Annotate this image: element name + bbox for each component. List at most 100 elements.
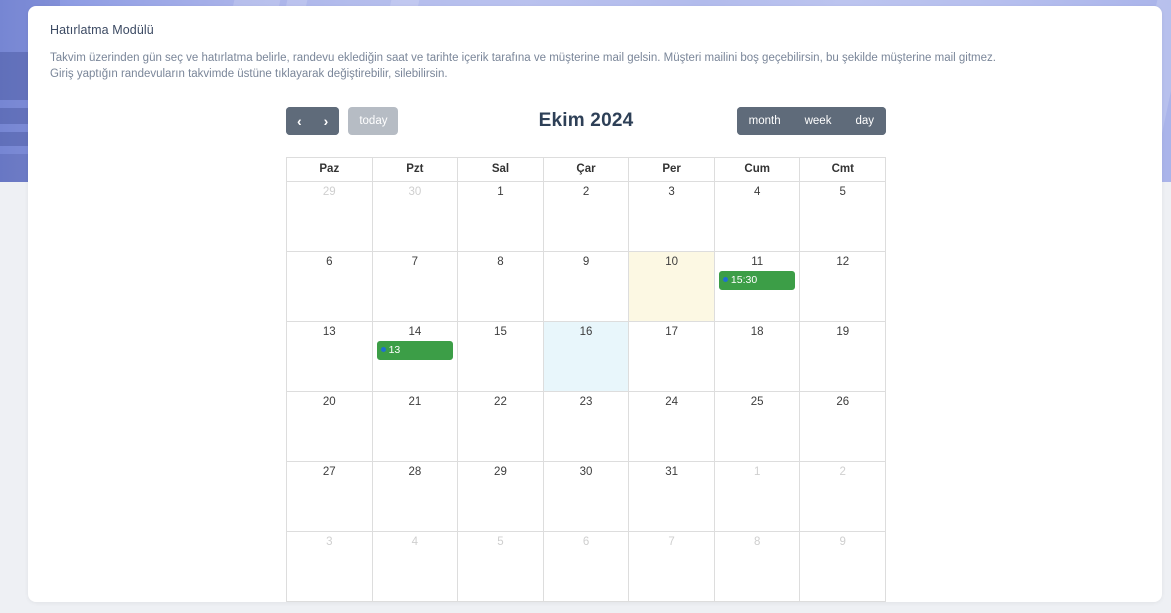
- calendar-day-number: 10: [665, 256, 678, 268]
- calendar-day-cell[interactable]: 3: [287, 532, 373, 602]
- calendar-day-number: 18: [750, 326, 764, 338]
- calendar-day-number: 19: [836, 326, 850, 338]
- calendar-day-cell[interactable]: 13: [287, 322, 373, 392]
- page-title: Hatırlatma Modülü: [50, 23, 154, 37]
- calendar-day-cell[interactable]: 28: [372, 462, 459, 532]
- calendar-day-cell[interactable]: 16: [543, 322, 630, 392]
- calendar-day-cell[interactable]: 29: [458, 462, 544, 532]
- calendar-day-cell[interactable]: 18: [714, 322, 801, 392]
- calendar-day-number: 24: [665, 396, 678, 408]
- weekday-header-paz: Paz: [287, 158, 373, 182]
- calendar-day-cell[interactable]: 25: [714, 392, 801, 462]
- calendar-day-number: 29: [494, 466, 507, 478]
- calendar-day-number: 21: [408, 396, 422, 408]
- calendar-day-cell[interactable]: 20: [287, 392, 373, 462]
- calendar-day-cell[interactable]: 9: [800, 532, 887, 602]
- calendar-day-cell[interactable]: 4: [372, 532, 459, 602]
- calendar-day-number: 25: [750, 396, 764, 408]
- calendar-day-cell[interactable]: 1: [458, 182, 544, 252]
- today-button[interactable]: today: [348, 107, 399, 135]
- calendar-day-cell[interactable]: 7: [629, 532, 715, 602]
- calendar-day-number: 14: [408, 326, 422, 338]
- calendar-day-number: 8: [753, 536, 761, 548]
- calendar-day-number: 20: [322, 396, 336, 408]
- prev-month-button[interactable]: ‹: [286, 107, 313, 135]
- calendar-day-cell[interactable]: 7: [372, 252, 459, 322]
- calendar-week-rows: 29 30 1 2 3 4 5 6 7 8 9 10 11 15:30 12 13 14 13 15 16 17 18 19…: [287, 182, 887, 602]
- calendar-day-cell[interactable]: 8: [714, 532, 801, 602]
- calendar-day-number: 28: [408, 466, 422, 478]
- next-month-button[interactable]: ›: [312, 107, 340, 135]
- calendar-view-switch-group: month week day: [736, 107, 886, 135]
- calendar-day-cell[interactable]: 11 15:30: [714, 252, 801, 322]
- event-label: 15:30: [730, 274, 758, 287]
- calendar-day-number: 5: [497, 536, 504, 548]
- calendar-day-cell[interactable]: 4: [714, 182, 801, 252]
- calendar-day-number: 16: [579, 326, 593, 338]
- calendar-day-number: 6: [326, 256, 333, 268]
- calendar-day-cell[interactable]: 29: [287, 182, 373, 252]
- calendar-day-number: 4: [753, 186, 761, 198]
- calendar-day-number: 30: [579, 466, 593, 478]
- view-week-button[interactable]: week: [792, 107, 844, 135]
- reminder-module-card: Hatırlatma Modülü Takvim üzerinden gün s…: [28, 6, 1162, 602]
- calendar-day-cell[interactable]: 2: [543, 182, 630, 252]
- weekday-header-çar: Çar: [543, 158, 630, 182]
- calendar-day-number: 30: [408, 186, 422, 198]
- calendar-day-cell[interactable]: 6: [543, 532, 630, 602]
- calendar-day-number: 9: [839, 536, 846, 548]
- calendar-day-number: 29: [322, 186, 336, 198]
- weekday-header-cum: Cum: [714, 158, 801, 182]
- calendar-day-cell[interactable]: 22: [458, 392, 544, 462]
- view-day-button[interactable]: day: [843, 107, 886, 135]
- calendar-day-number: 5: [839, 186, 846, 198]
- event-dot-icon: [380, 346, 386, 352]
- calendar-day-number: 12: [836, 256, 850, 268]
- module-description-line-2: Giriş yaptığın randevuların takvimde üst…: [50, 68, 448, 80]
- calendar-day-number: 27: [322, 466, 336, 478]
- calendar-weekday-header-row: Paz Pzt Sal Çar Per Cum Cmt: [287, 158, 887, 182]
- calendar-day-cell[interactable]: 21: [372, 392, 459, 462]
- calendar-day-cell[interactable]: 9: [543, 252, 630, 322]
- calendar-day-number: 15: [494, 326, 507, 338]
- calendar-day-number: 1: [497, 186, 504, 198]
- calendar-event[interactable]: 15:30: [718, 271, 796, 291]
- calendar-day-number: 2: [839, 466, 846, 478]
- calendar-day-cell[interactable]: 15: [458, 322, 544, 392]
- calendar-day-cell[interactable]: 1: [714, 462, 801, 532]
- calendar-day-cell[interactable]: 8: [458, 252, 544, 322]
- calendar-day-number: 6: [582, 536, 590, 548]
- card-header: Hatırlatma Modülü Takvim üzerinden gün s…: [28, 6, 1162, 82]
- calendar-day-number: 11: [751, 256, 764, 268]
- calendar-day-cell[interactable]: 26: [800, 392, 887, 462]
- calendar-day-cell[interactable]: 12: [800, 252, 887, 322]
- calendar-day-cell[interactable]: 27: [287, 462, 373, 532]
- calendar-day-cell[interactable]: 17: [629, 322, 715, 392]
- calendar-day-cell[interactable]: 19: [800, 322, 887, 392]
- calendar-day-number: 2: [582, 186, 590, 198]
- calendar-day-cell[interactable]: 30: [543, 462, 630, 532]
- calendar-day-cell[interactable]: 30: [372, 182, 459, 252]
- calendar-event[interactable]: 13: [376, 341, 454, 361]
- view-month-button[interactable]: month: [736, 107, 793, 135]
- calendar-day-cell[interactable]: 2: [800, 462, 887, 532]
- calendar-grid: Paz Pzt Sal Çar Per Cum Cmt 29 30 1 2 3 4 5 6 7 8 9 10 11 1…: [286, 157, 887, 602]
- calendar-day-number: 8: [497, 256, 504, 268]
- calendar-day-number: 9: [582, 256, 590, 268]
- calendar-toolbar: ‹ › today Ekim 2024 month week day: [286, 101, 886, 141]
- calendar-nav-group: ‹ ›: [286, 107, 340, 135]
- calendar-widget: ‹ › today Ekim 2024 month week day Paz Pz…: [286, 101, 887, 602]
- calendar-day-cell[interactable]: 5: [458, 532, 544, 602]
- event-dot-icon: [722, 276, 728, 282]
- calendar-day-number: 26: [836, 396, 850, 408]
- calendar-day-cell[interactable]: 3: [629, 182, 715, 252]
- calendar-day-cell[interactable]: 23: [543, 392, 630, 462]
- calendar-day-cell[interactable]: 31: [629, 462, 715, 532]
- calendar-day-cell[interactable]: 6: [287, 252, 373, 322]
- calendar-day-number: 3: [326, 536, 333, 548]
- calendar-day-cell[interactable]: 5: [800, 182, 887, 252]
- calendar-day-cell[interactable]: 10: [629, 252, 715, 322]
- calendar-day-cell[interactable]: 14 13: [372, 322, 459, 392]
- calendar-day-cell[interactable]: 24: [629, 392, 715, 462]
- calendar-week-row: 20 21 22 23 24 25 26: [287, 392, 887, 462]
